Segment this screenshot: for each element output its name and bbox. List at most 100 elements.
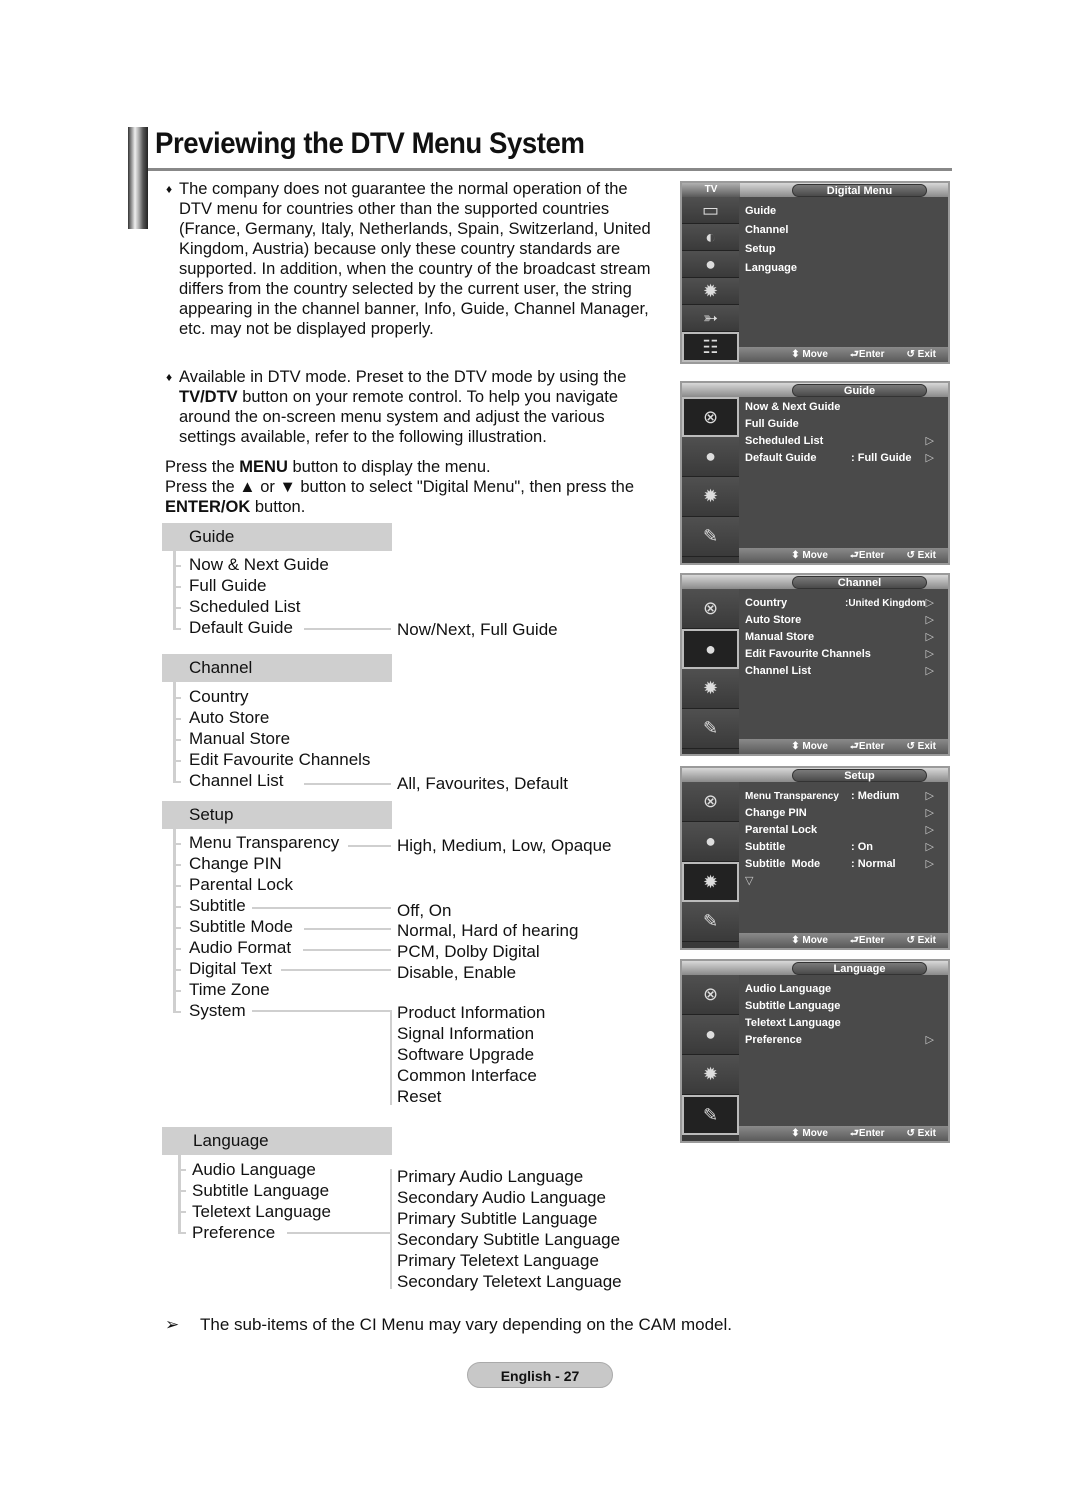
sound-icon[interactable]: ◐ — [682, 224, 739, 251]
osd-menu-list: Menu Transparency: Medium ▷ Change PIN ▷ P… — [745, 788, 934, 890]
submenu-arrow-icon: ▷ — [925, 631, 934, 643]
osd-footer: ⬍ Move ⮐Enter ↺ Exit — [739, 1126, 948, 1141]
channel-icon[interactable]: ● — [682, 629, 739, 669]
osd-row[interactable]: Parental Lock ▷ — [745, 822, 934, 839]
submenu-arrow-icon: ▷ — [925, 452, 934, 464]
language-icon[interactable]: ✎ — [682, 517, 739, 557]
osd-row[interactable]: Audio Language — [745, 981, 934, 998]
osd-row[interactable]: Change PIN ▷ — [745, 805, 934, 822]
osd-menu-list: Country:United Kingdom ▷ Auto Store ▷ Manu… — [745, 595, 934, 680]
osd-digital-menu: TV Digital Menu ▭ ◐ ● ✹ ➳ ☷ Guide Channe… — [680, 181, 950, 364]
exit-hint: ↺ Exit — [906, 548, 936, 563]
submenu-arrow-icon: ▷ — [925, 790, 934, 802]
submenu-arrow-icon: ▷ — [925, 858, 934, 870]
osd-row[interactable]: Menu Transparency: Medium ▷ — [745, 788, 934, 805]
osd-row[interactable]: Auto Store ▷ — [745, 612, 934, 629]
row-label: Country — [745, 597, 788, 609]
osd-header: Language — [682, 961, 948, 975]
option-preference: Primary Audio Language — [397, 1167, 584, 1186]
submenu-arrow-icon: ▷ — [925, 807, 934, 819]
osd-row[interactable]: Teletext Language — [745, 1015, 934, 1032]
return-icon: ↺ — [906, 935, 915, 946]
channel-icon[interactable]: ● — [682, 251, 739, 278]
osd-row[interactable]: Full Guide — [745, 416, 934, 433]
osd-row[interactable]: Subtitle Language — [745, 998, 934, 1015]
osd-row[interactable]: Subtitle Mode: Normal ▷ — [745, 856, 934, 873]
osd-row[interactable]: Scheduled List ▷ — [745, 433, 934, 450]
exit-label: Exit — [917, 1128, 936, 1139]
channel-icon[interactable]: ● — [682, 822, 739, 862]
tree-item: Teletext Language — [192, 1202, 331, 1221]
row-label: Subtitle Mode — [745, 858, 821, 870]
guide-icon[interactable]: ⊗ — [682, 975, 739, 1015]
tree-line — [390, 1169, 392, 1289]
exit-hint: ↺ Exit — [906, 933, 936, 948]
language-icon[interactable]: ✎ — [682, 902, 739, 942]
submenu-arrow-icon: ▷ — [925, 841, 934, 853]
tree-connector — [303, 949, 391, 951]
tree-connector — [304, 928, 391, 930]
setup-gear-icon[interactable]: ✹ — [682, 477, 739, 517]
channel-icon[interactable]: ● — [682, 1015, 739, 1055]
osd-row[interactable]: Now & Next Guide — [745, 399, 934, 416]
tree-item: Menu Transparency — [189, 833, 340, 852]
tree-stub — [173, 565, 181, 567]
osd-footer: ⬍ Move ⮐Enter ↺ Exit — [739, 739, 948, 754]
tree-item: System — [189, 1001, 246, 1020]
page-number: English - 27 — [467, 1362, 613, 1388]
tree-connector — [252, 907, 391, 909]
osd-title: Channel — [792, 576, 927, 589]
osd-row[interactable]: Subtitle: On ▷ — [745, 839, 934, 856]
tree-item: Scheduled List — [189, 597, 301, 616]
setup-gear-icon[interactable]: ✹ — [682, 1055, 739, 1095]
channel-icon[interactable]: ● — [682, 437, 739, 477]
picture-icon[interactable]: ▭ — [682, 197, 739, 224]
osd-item-language[interactable]: Language — [745, 260, 934, 279]
option-channel-list: All, Favourites, Default — [397, 774, 569, 793]
option-system: Reset — [397, 1087, 442, 1106]
osd-row[interactable]: Preference ▷ — [745, 1032, 934, 1049]
tv-tab[interactable]: TV — [682, 183, 740, 197]
enter-icon: ⮐ — [849, 550, 859, 561]
note-text: The sub-items of the CI Menu may vary de… — [200, 1315, 732, 1334]
tree-stub — [178, 1232, 186, 1234]
tree-stub — [173, 739, 181, 741]
osd-header: Guide — [682, 383, 948, 397]
tree-item: Subtitle — [189, 896, 246, 915]
osd-row[interactable]: Channel List ▷ — [745, 663, 934, 680]
exit-hint: ↺ Exit — [906, 1126, 936, 1141]
row-label: Subtitle Language — [745, 1000, 841, 1012]
osd-menu-list: Audio Language Subtitle Language Teletex… — [745, 981, 934, 1049]
digital-menu-icon[interactable]: ☷ — [682, 332, 739, 362]
guide-icon[interactable]: ⊗ — [682, 397, 739, 437]
language-icon[interactable]: ✎ — [682, 1095, 739, 1135]
language-icon[interactable]: ✎ — [682, 709, 739, 749]
osd-row[interactable]: Manual Store ▷ — [745, 629, 934, 646]
setup-gear-icon[interactable]: ✹ — [682, 278, 739, 305]
tree-stub — [173, 628, 181, 630]
osd-item-channel[interactable]: Channel — [745, 222, 934, 241]
osd-row[interactable]: Default Guide: Full Guide ▷ — [745, 450, 934, 467]
setup-gear-icon[interactable]: ✹ — [682, 669, 739, 709]
exit-label: Exit — [917, 349, 936, 360]
osd-row[interactable]: Country:United Kingdom ▷ — [745, 595, 934, 612]
osd-footer: ⬍ Move ⮐Enter ↺ Exit — [739, 347, 948, 362]
tree-stub — [173, 1011, 181, 1013]
tree-connector — [287, 1232, 391, 1234]
row-label: Manual Store — [745, 631, 815, 643]
guide-icon[interactable]: ⊗ — [682, 782, 739, 822]
row-label: Subtitle — [745, 841, 786, 853]
option-audio-format: PCM, Dolby Digital — [397, 942, 540, 961]
osd-title: Language — [792, 962, 927, 975]
setup-gear-icon[interactable]: ✹ — [682, 862, 739, 902]
guide-icon[interactable]: ⊗ — [682, 589, 739, 629]
row-value: : Medium — [851, 790, 900, 802]
row-label: Preference — [745, 1034, 802, 1046]
osd-menu-list: Guide Channel Setup Language — [745, 203, 934, 279]
osd-sidebar: ⊗ ● ✹ ✎ — [682, 975, 739, 1141]
osd-item-setup[interactable]: Setup — [745, 241, 934, 260]
scroll-down-icon[interactable]: ▽ — [745, 873, 934, 890]
osd-item-guide[interactable]: Guide — [745, 203, 934, 222]
osd-row[interactable]: Edit Favourite Channels ▷ — [745, 646, 934, 663]
input-icon[interactable]: ➳ — [682, 305, 739, 332]
